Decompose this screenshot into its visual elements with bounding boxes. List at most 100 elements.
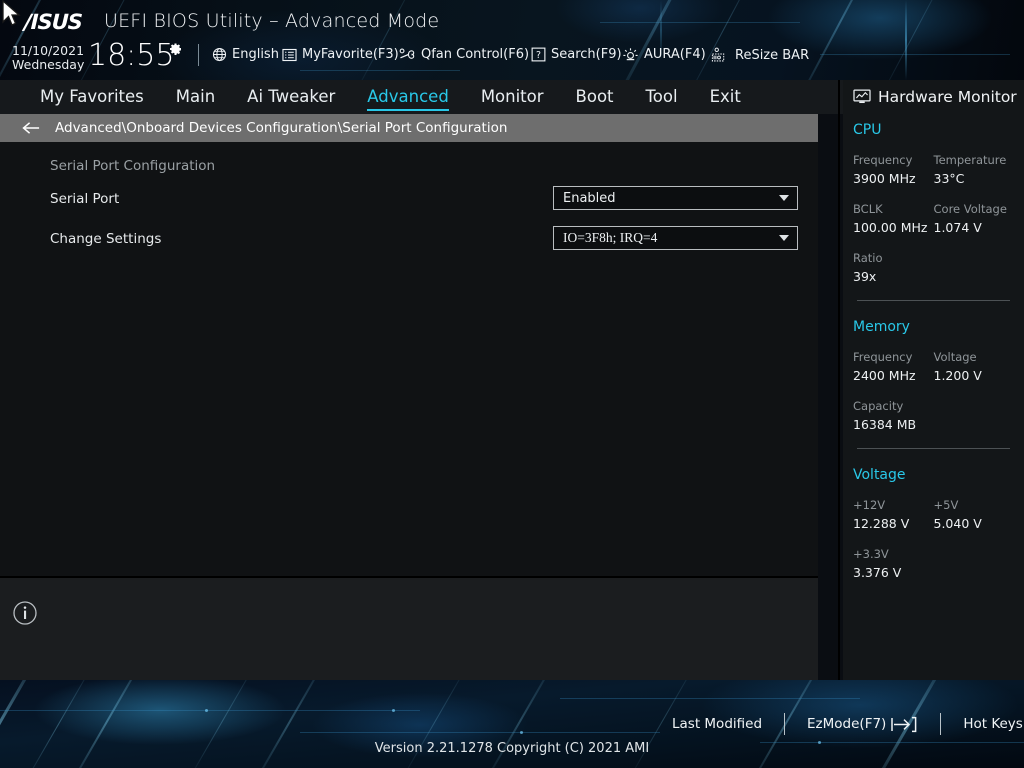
- tab-main[interactable]: Main: [176, 87, 215, 108]
- hw-row: Ratio 39x: [853, 251, 1014, 284]
- aura-light-icon: [623, 48, 638, 61]
- hw-value: 3.376 V: [853, 565, 902, 580]
- hw-key: Frequency: [853, 350, 913, 364]
- hw-key: Temperature: [933, 153, 1007, 167]
- hw-cell-memory-frequency: Frequency 2400 MHz: [853, 350, 934, 383]
- ezmode-arrow-icon: [891, 716, 917, 732]
- hw-key: +5V: [933, 498, 959, 512]
- hw-value: 5.040 V: [933, 516, 982, 531]
- hw-cell-cpu-ratio: Ratio 39x: [853, 251, 938, 284]
- bios-version-text: Version 2.21.1278 Copyright (C) 2021 AMI: [374, 741, 650, 756]
- section-heading: Serial Port Configuration: [50, 158, 216, 174]
- hw-key: +3.3V: [853, 547, 889, 561]
- hw-cell-voltage-33v: +3.3V 3.376 V: [853, 547, 938, 580]
- content-area: Advanced\Onboard Devices Configuration\S…: [0, 114, 818, 578]
- tab-ai-tweaker[interactable]: Ai Tweaker: [247, 87, 335, 108]
- bios-screen: /ISUS UEFI BIOS Utility – Advanced Mode …: [0, 0, 1024, 768]
- sidebar-divider: [838, 80, 840, 680]
- clock-display: 18:55: [88, 38, 175, 73]
- dropdown-value-serial-port: Enabled: [563, 190, 616, 206]
- hw-group-voltage: Voltage +12V 12.288 V +5V 5.040 V +3.3V …: [843, 467, 1024, 580]
- last-modified-label: Last Modified: [672, 716, 763, 732]
- hw-value: 33°C: [933, 171, 965, 186]
- hotkeys-button[interactable]: Hot Keys ?: [963, 715, 1024, 733]
- back-arrow-icon[interactable]: [22, 121, 41, 135]
- hw-row: Frequency 3900 MHz Temperature 33°C: [853, 153, 1014, 186]
- hw-cell-cpu-frequency: Frequency 3900 MHz: [853, 153, 934, 186]
- dropdown-serial-port[interactable]: Enabled: [553, 186, 798, 210]
- hw-key: +12V: [853, 498, 886, 512]
- toolbar-label-resizebar: ReSize BAR: [735, 47, 810, 63]
- footer-divider: [940, 713, 942, 735]
- toolbar-label-language: English: [232, 47, 279, 62]
- tab-advanced[interactable]: Advanced: [367, 87, 449, 111]
- hw-value: 12.288 V: [853, 516, 910, 531]
- hw-value: 1.074 V: [933, 220, 982, 235]
- toolbar-item-myfavorite[interactable]: MyFavorite(F3): [282, 47, 399, 62]
- hw-row: +3.3V 3.376 V: [853, 547, 1014, 580]
- hw-group-title-cpu: CPU: [853, 122, 882, 138]
- hardware-monitor-title: Hardware Monitor: [878, 88, 1017, 106]
- tab-boot[interactable]: Boot: [576, 87, 614, 108]
- description-panel: [0, 578, 818, 680]
- last-modified-button[interactable]: Last Modified: [672, 716, 762, 732]
- hw-cell-cpu-core-voltage: Core Voltage 1.074 V: [934, 202, 1015, 235]
- hw-key: Core Voltage: [933, 202, 1007, 216]
- list-icon: [282, 48, 297, 61]
- chevron-down-icon: [779, 235, 789, 241]
- hw-separator: [857, 300, 1010, 301]
- option-row-change-settings: Change Settings IO=3F8h; IRQ=4: [50, 226, 798, 252]
- hw-row: Frequency 2400 MHz Voltage 1.200 V: [853, 350, 1014, 383]
- hw-key: BCLK: [853, 202, 883, 216]
- gear-icon[interactable]: [167, 41, 183, 57]
- hw-cell-voltage-12v: +12V 12.288 V: [853, 498, 934, 531]
- dropdown-change-settings[interactable]: IO=3F8h; IRQ=4: [553, 226, 798, 250]
- date-value: 11/10/2021: [12, 43, 85, 58]
- toolbar-item-language[interactable]: English: [212, 47, 279, 62]
- hardware-monitor-header: Hardware Monitor: [843, 88, 1024, 106]
- hw-cell-memory-voltage: Voltage 1.200 V: [934, 350, 1015, 383]
- tab-exit[interactable]: Exit: [710, 87, 741, 108]
- hw-separator: [857, 448, 1010, 449]
- footer-bar: Last Modified EzMode(F7) Hot Keys ?: [672, 713, 1024, 735]
- hw-cell-cpu-temperature: Temperature 33°C: [934, 153, 1015, 186]
- dropdown-value-change-settings: IO=3F8h; IRQ=4: [563, 230, 658, 245]
- hw-key: Capacity: [853, 399, 904, 413]
- hw-key: Voltage: [933, 350, 977, 364]
- hw-value: 2400 MHz: [853, 368, 916, 383]
- ezmode-button[interactable]: EzMode(F7): [807, 716, 918, 733]
- hw-group-cpu: CPU Frequency 3900 MHz Temperature 33°C …: [843, 122, 1024, 301]
- ezmode-label: EzMode(F7): [807, 716, 887, 732]
- page-title: UEFI BIOS Utility – Advanced Mode: [104, 10, 440, 32]
- hardware-monitor-panel: Hardware Monitor CPU Frequency 3900 MHz …: [843, 80, 1024, 680]
- hw-row: Capacity 16384 MB: [853, 399, 1014, 432]
- hw-key: Frequency: [853, 153, 913, 167]
- hw-value: 3900 MHz: [853, 171, 916, 186]
- toolbar-item-resizebar[interactable]: ReSize BAR: [711, 47, 809, 63]
- hw-key: Ratio: [853, 251, 883, 265]
- hw-cell-cpu-bclk: BCLK 100.00 MHz: [853, 202, 934, 235]
- breadcrumb[interactable]: Advanced\Onboard Devices Configuration\S…: [0, 114, 818, 142]
- toolbar-label-search: Search(F9): [551, 47, 622, 62]
- resize-bar-icon: [711, 47, 725, 62]
- mouse-cursor-icon: [2, 0, 21, 26]
- option-row-serial-port: Serial Port Enabled: [50, 186, 798, 212]
- hotkeys-label: Hot Keys: [963, 716, 1023, 732]
- hw-cell-memory-capacity: Capacity 16384 MB: [853, 399, 938, 432]
- date-display: 11/10/2021 Wednesday: [12, 44, 84, 71]
- question-box-icon: ?: [531, 47, 546, 62]
- toolbar-item-aura[interactable]: AURA(F4): [622, 47, 706, 62]
- tab-monitor[interactable]: Monitor: [481, 87, 544, 108]
- chevron-down-icon: [779, 195, 789, 201]
- globe-icon: [212, 47, 227, 62]
- tab-tool[interactable]: Tool: [646, 87, 678, 108]
- toolbar-label-aura: AURA(F4): [644, 47, 706, 62]
- toolbar-item-qfan[interactable]: Qfan Control(F6): [399, 47, 529, 62]
- info-circle-icon: [13, 601, 37, 625]
- toolbar-item-search[interactable]: ? Search(F9): [531, 47, 622, 62]
- hw-value: 16384 MB: [853, 417, 917, 432]
- tab-my-favorites[interactable]: My Favorites: [40, 87, 144, 108]
- weekday-value: Wednesday: [12, 56, 85, 72]
- hw-group-memory: Memory Frequency 2400 MHz Voltage 1.200 …: [843, 319, 1024, 449]
- toolbar-label-qfan: Qfan Control(F6): [421, 47, 530, 62]
